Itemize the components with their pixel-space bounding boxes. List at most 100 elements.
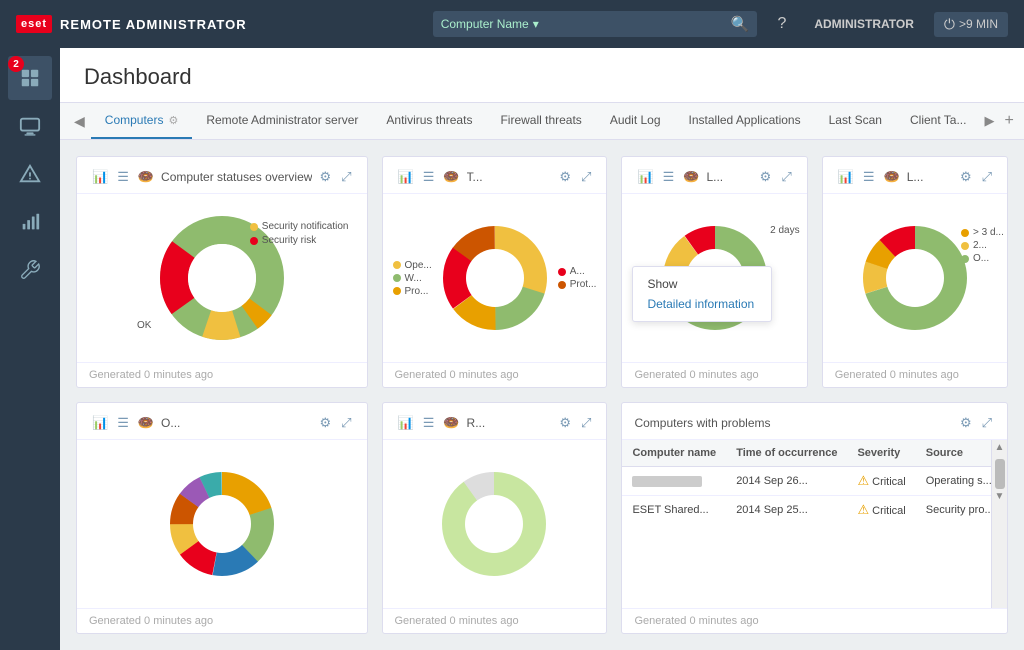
card2-chart-icon[interactable]: 📊 [395, 167, 417, 187]
scroll-up-arrow[interactable]: ▲ [993, 440, 1007, 455]
tab-last-scan[interactable]: Last Scan [815, 103, 896, 139]
tab-remote-admin-server[interactable]: Remote Administrator server [192, 103, 372, 139]
card2-pie-icon[interactable]: 🍩 [440, 167, 462, 187]
legend-ok: OK [137, 320, 151, 331]
tab-firewall-threats[interactable]: Firewall threats [486, 103, 595, 139]
sidebar-item-reports[interactable] [8, 200, 52, 244]
search-input[interactable] [545, 17, 725, 32]
card4-settings-icon[interactable]: ⚙ [957, 167, 975, 187]
card-computer-statuses-footer: Generated 0 minutes ago [77, 362, 367, 387]
alerts-icon [19, 163, 41, 185]
session-time: >9 MIN [959, 17, 998, 31]
row2-time: 2014 Sep 25... [726, 496, 847, 525]
tab-antivirus-threats[interactable]: Antivirus threats [372, 103, 486, 139]
sidebar-item-alerts[interactable] [8, 152, 52, 196]
card-problems-expand-icon[interactable]: ⤢ [979, 413, 995, 433]
card6-body [383, 440, 607, 608]
card6-chart-icon[interactable]: 📊 [395, 413, 417, 433]
card6-pie-icon[interactable]: 🍩 [440, 413, 462, 433]
card6-settings-icon[interactable]: ⚙ [556, 413, 574, 433]
topbar: eset REMOTE ADMINISTRATOR Computer Name … [0, 0, 1024, 48]
card6-donut [439, 469, 549, 579]
search-icon[interactable]: 🔍 [731, 15, 750, 33]
card-computer-statuses-title: Computer statuses overview [161, 170, 312, 184]
card-computer-statuses: 📊 ☰ 🍩 Computer statuses overview ⚙ ⤢ [76, 156, 368, 388]
card3-settings-icon[interactable]: ⚙ [757, 167, 775, 187]
chart-pie-icon[interactable]: 🍩 [135, 167, 157, 187]
card2-expand-icon[interactable]: ⤢ [578, 167, 594, 187]
tab-client-tasks[interactable]: Client Ta... [896, 103, 980, 139]
card3-chart-icon[interactable]: 📊 [634, 167, 656, 187]
tab-computers[interactable]: Computers ⚙ [91, 103, 193, 139]
card4-expand-icon[interactable]: ⤢ [979, 167, 995, 187]
tabs-more-button[interactable]: ▶ [980, 105, 998, 137]
card3-expand-icon[interactable]: ⤢ [778, 167, 794, 187]
problems-scrollbar[interactable]: ▲ ▼ [991, 440, 1007, 608]
card5-pie-icon[interactable]: 🍩 [135, 413, 157, 433]
card-expand-icon[interactable]: ⤢ [338, 167, 354, 187]
card6-footer: Generated 0 minutes ago [383, 608, 607, 633]
card5-list-icon[interactable]: ☰ [114, 413, 132, 433]
legend-prot: Prot... [558, 279, 597, 290]
card4-chart-icon[interactable]: 📊 [835, 167, 857, 187]
scroll-down-arrow[interactable]: ▼ [993, 489, 1007, 504]
tab-firewall-label: Firewall threats [500, 113, 581, 127]
card2-footer: Generated 0 minutes ago [383, 362, 607, 387]
sidebar-item-computers[interactable] [8, 104, 52, 148]
card2-list-icon[interactable]: ☰ [420, 167, 438, 187]
card4-list-icon[interactable]: ☰ [860, 167, 878, 187]
user-label[interactable]: ADMINISTRATOR [806, 13, 922, 35]
tab-last-scan-label: Last Scan [829, 113, 882, 127]
logout-icon: ⏻ [944, 16, 955, 33]
list-icon[interactable]: ☰ [114, 167, 132, 187]
card5-chart-icon[interactable]: 📊 [89, 413, 111, 433]
detailed-info-link[interactable]: Detailed information [647, 297, 754, 311]
tab-audit-log[interactable]: Audit Log [596, 103, 675, 139]
card4-pie-icon[interactable]: 🍩 [881, 167, 903, 187]
card4-header: 📊 ☰ 🍩 L... ⚙ ⤢ [823, 157, 1007, 194]
card3-pie-icon[interactable]: 🍩 [680, 167, 702, 187]
sidebar-badge: 2 [8, 56, 24, 72]
search-filter-label[interactable]: Computer Name ▾ [441, 17, 539, 31]
card2-settings-icon[interactable]: ⚙ [556, 167, 574, 187]
card2-donut [440, 223, 550, 333]
card-settings-icon[interactable]: ⚙ [316, 167, 334, 187]
tabs-collapse-button[interactable]: ◀ [68, 105, 91, 138]
card6-title: R... [467, 416, 553, 430]
row1-time: 2014 Sep 26... [726, 467, 847, 496]
card6-expand-icon[interactable]: ⤢ [578, 413, 594, 433]
reports-icon [19, 211, 41, 233]
card5-settings-icon[interactable]: ⚙ [316, 413, 334, 433]
tabs-add-button[interactable]: + [998, 104, 1019, 138]
sidebar: 2 [0, 48, 60, 650]
help-icon[interactable]: ? [769, 11, 794, 37]
card2-title: T... [467, 170, 553, 184]
problems-table-wrapper[interactable]: Computer name Time of occurrence Severit… [622, 440, 991, 608]
table-row: 2014 Sep 26... ⚠Critical Operating s... … [622, 467, 991, 496]
card-computer-statuses-header: 📊 ☰ 🍩 Computer statuses overview ⚙ ⤢ [77, 157, 367, 194]
card5: 📊 ☰ 🍩 O... ⚙ ⤢ [76, 402, 368, 634]
tab-computers-gear-icon[interactable]: ⚙ [168, 114, 178, 127]
col-computer-name: Computer name [622, 440, 726, 467]
card-problems-body: Computer name Time of occurrence Severit… [622, 440, 1007, 608]
card-problems-settings-icon[interactable]: ⚙ [957, 413, 975, 433]
card3-header: 📊 ☰ 🍩 L... ⚙ ⤢ [622, 157, 806, 194]
tab-installed-apps[interactable]: Installed Applications [675, 103, 815, 139]
chart-bar-icon[interactable]: 📊 [89, 167, 111, 187]
card6-header: 📊 ☰ 🍩 R... ⚙ ⤢ [383, 403, 607, 440]
session-info[interactable]: ⏻ >9 MIN [934, 12, 1008, 37]
card4-body: > 3 d... 2... O... [823, 194, 1007, 362]
card5-title: O... [161, 416, 312, 430]
sidebar-item-tools[interactable] [8, 248, 52, 292]
card5-donut [167, 469, 277, 579]
dashboard-icon [19, 67, 41, 89]
card5-header: 📊 ☰ 🍩 O... ⚙ ⤢ [77, 403, 367, 440]
card6-list-icon[interactable]: ☰ [420, 413, 438, 433]
col-source: Source [916, 440, 991, 467]
main-content: Dashboard ◀ Computers ⚙ Remote Administr… [60, 48, 1024, 650]
card5-expand-icon[interactable]: ⤢ [338, 413, 354, 433]
card2-header: 📊 ☰ 🍩 T... ⚙ ⤢ [383, 157, 607, 194]
legend-ope: Ope... [393, 260, 432, 271]
scrollbar-thumb[interactable] [995, 459, 1005, 489]
card3-list-icon[interactable]: ☰ [660, 167, 678, 187]
